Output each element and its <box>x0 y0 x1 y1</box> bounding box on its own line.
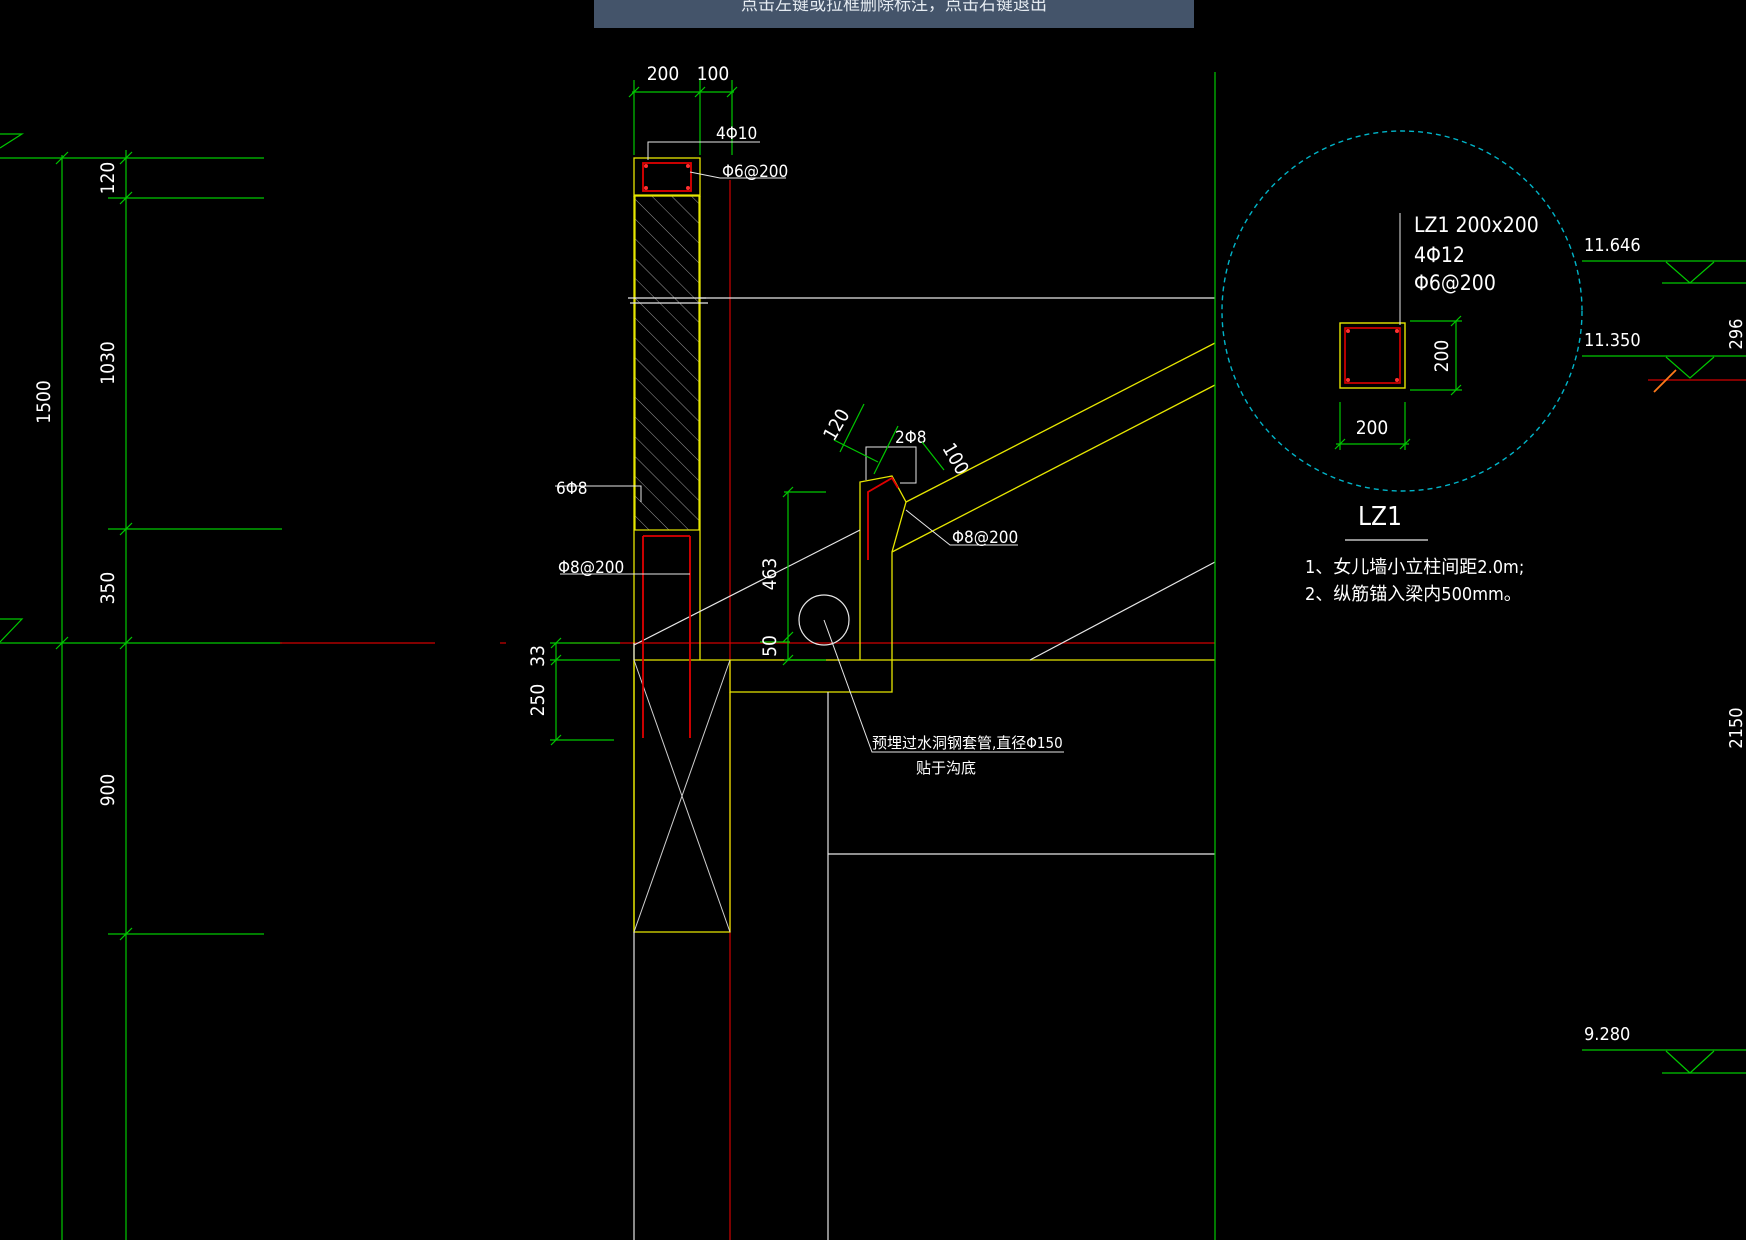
axis-stub-orange <box>1653 369 1677 393</box>
elevation-11-646: 11.646 <box>1584 235 1641 256</box>
beam-cross-mark <box>633 659 731 933</box>
detail-note-2: 2、纵筋锚入梁内500mm。 <box>1305 584 1522 605</box>
detail-dim-height: 200 <box>1431 340 1453 373</box>
dim-2150: 2150 <box>1726 707 1746 748</box>
rebar-dot <box>686 186 690 190</box>
dim-gutter-120: 120 <box>819 405 854 444</box>
dim-900: 900 <box>97 774 119 807</box>
dim-1030: 1030 <box>97 341 119 385</box>
dim-beam-33: 33 <box>527 645 549 667</box>
detail-main-bars: 4Φ12 <box>1414 243 1465 267</box>
rebar-dot <box>644 186 648 190</box>
dim-120: 120 <box>97 162 119 195</box>
cad-drawing-canvas[interactable]: 1500 120 1030 350 900 200 100 4Φ10 Φ6@20… <box>0 0 1746 1240</box>
dim-gutter-463: 463 <box>759 558 781 591</box>
label-pipe-note-line2: 贴于沟底 <box>916 759 976 777</box>
detail-title: LZ1 <box>1358 502 1402 532</box>
label-top-main-bars: 4Φ10 <box>716 124 757 144</box>
beam-dimensions <box>550 637 620 746</box>
label-side-stirrups: Φ8@200 <box>558 558 624 578</box>
gutter-top-edge <box>905 342 1216 503</box>
dim-total-height: 1500 <box>33 380 55 424</box>
left-dimension-chain <box>0 133 282 1240</box>
detail-stirrups: Φ6@200 <box>1414 271 1496 295</box>
axis-lines <box>280 180 1215 1240</box>
detail-callout-circle <box>1221 130 1583 492</box>
elevation-9-280: 9.280 <box>1584 1024 1630 1045</box>
gutter-upper-edge <box>891 384 1216 553</box>
detail-note-1: 1、女儿墙小立柱间距2.0m; <box>1305 557 1524 578</box>
roof-beam-outline <box>634 475 1215 693</box>
dim-100-top: 100 <box>697 63 730 85</box>
dim-200-top: 200 <box>647 63 680 85</box>
label-gutter-main-bars: 2Φ8 <box>895 428 927 448</box>
elevation-11-350: 11.350 <box>1584 330 1641 351</box>
detail-header: LZ1 200x200 <box>1414 213 1539 237</box>
label-gutter-stirrups: Φ8@200 <box>952 528 1018 548</box>
dim-gutter-100: 100 <box>938 439 973 478</box>
label-side-main-bars: 6Φ8 <box>556 479 588 499</box>
detail-dim-width: 200 <box>1356 417 1389 439</box>
dim-beam-250: 250 <box>527 684 549 717</box>
dim-350: 350 <box>97 572 119 605</box>
label-pipe-note-line1: 预埋过水洞钢套管,直径Φ150 <box>872 734 1063 752</box>
rebar-dot <box>644 164 648 168</box>
parapet-wall-hatch <box>634 194 700 531</box>
rebar-dot <box>686 164 690 168</box>
dim-gutter-50: 50 <box>759 635 781 657</box>
dim-296: 296 <box>1726 319 1746 350</box>
label-top-stirrups: Φ6@200 <box>722 162 788 182</box>
